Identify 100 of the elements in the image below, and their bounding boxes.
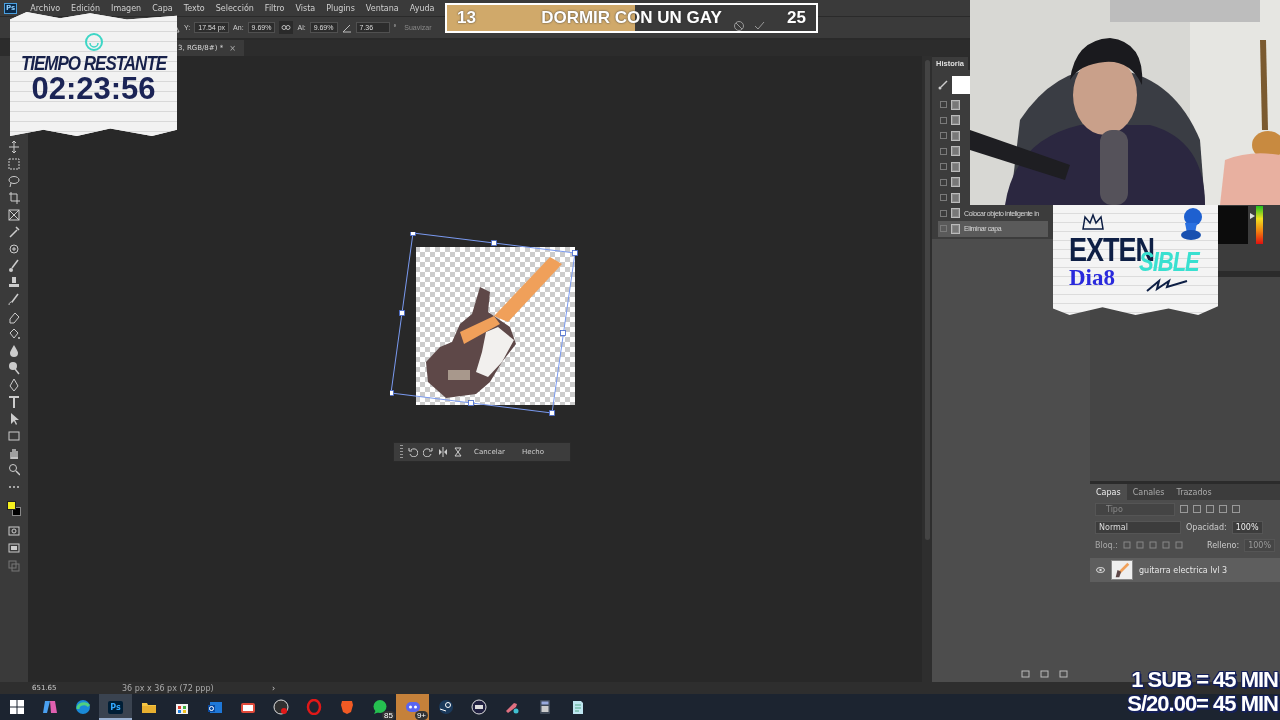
history-row-icons[interactable]	[938, 190, 963, 206]
keyboard-icon	[470, 699, 487, 715]
eyedropper-icon[interactable]	[8, 225, 20, 239]
history-row-icons[interactable]	[938, 128, 963, 144]
menu-item[interactable]: Archivo	[25, 3, 67, 13]
disc-icon	[437, 699, 454, 715]
menu-item[interactable]: Ayuda	[404, 3, 441, 13]
type-tool-icon[interactable]	[8, 395, 20, 409]
hand-icon[interactable]	[8, 446, 20, 460]
goal-current: 13	[456, 8, 477, 28]
checkbox[interactable]	[940, 116, 947, 124]
panel-action-icon[interactable]	[1021, 670, 1030, 678]
taskbar-button[interactable]: Ps	[99, 694, 132, 720]
panel-tab[interactable]: Trazados	[1170, 484, 1218, 500]
checkbox[interactable]	[940, 209, 947, 217]
rectangle-icon[interactable]	[8, 429, 20, 443]
rotate-left-icon[interactable]	[408, 447, 418, 457]
checkbox[interactable]	[940, 194, 947, 202]
checkbox[interactable]	[940, 132, 947, 140]
move-icon[interactable]	[8, 140, 20, 154]
rate-text: S/20.00= 45 MIN	[1127, 692, 1278, 716]
checkbox[interactable]	[940, 178, 947, 186]
menu-item[interactable]: Filtro	[259, 3, 291, 13]
drag-handle[interactable]	[400, 445, 403, 459]
ribbon-icon	[41, 699, 58, 715]
history-row-icons[interactable]	[938, 159, 963, 175]
brush-icon[interactable]	[8, 259, 20, 273]
panel-tab[interactable]: Canales	[1126, 484, 1171, 500]
frame-icon[interactable]	[8, 208, 20, 222]
record-icon	[272, 699, 289, 715]
taskbar-button[interactable]: 85	[363, 694, 396, 720]
drop-icon[interactable]	[8, 344, 20, 358]
menu-item[interactable]: Selección	[210, 3, 260, 13]
foreground-color-swatch[interactable]	[7, 501, 16, 510]
panel-tab[interactable]: Capas	[1090, 484, 1127, 500]
layer-thumbnail	[1111, 560, 1133, 580]
layer-row[interactable]: guitarra electrica lvl 3	[1090, 558, 1280, 582]
search-field[interactable]: Tipo	[1095, 502, 1175, 516]
checkbox[interactable]	[940, 147, 947, 155]
chat-bubble-icon	[371, 699, 388, 715]
checkbox[interactable]	[940, 225, 947, 233]
document-info: 36 px x 36 px (72 ppp)	[122, 683, 215, 693]
transform-box[interactable]	[390, 232, 578, 416]
pen-icon[interactable]	[8, 378, 20, 392]
menu-item[interactable]: Imagen	[106, 3, 148, 13]
menu-item[interactable]: Ventana	[360, 3, 405, 13]
dodge-icon[interactable]	[8, 361, 20, 375]
menu-item[interactable]: Texto	[178, 3, 211, 13]
crown-icon	[1081, 213, 1105, 233]
bucket-icon[interactable]	[8, 327, 20, 341]
eraser-icon[interactable]	[8, 310, 20, 324]
arrow-icon[interactable]	[8, 412, 20, 426]
close-icon[interactable]: ×	[229, 43, 236, 53]
taskbar-button[interactable]: 9+	[396, 694, 429, 720]
snapshot-thumbnail[interactable]	[952, 76, 970, 94]
warp-icon[interactable]	[453, 447, 463, 457]
color-field[interactable]	[1216, 206, 1248, 244]
check-icon[interactable]	[753, 20, 765, 32]
opacity-label: Opacidad:	[1186, 522, 1227, 532]
rotate-right-icon[interactable]	[423, 447, 433, 457]
healing-icon[interactable]	[8, 242, 20, 256]
expand-arrow[interactable]: ›	[272, 683, 276, 693]
screen-mode-icon[interactable]	[8, 541, 20, 555]
panel-action-icon[interactable]	[1040, 670, 1049, 678]
notification-badge: 9+	[414, 711, 428, 720]
menu-item[interactable]: Plugins	[321, 3, 361, 13]
panel-action-icon[interactable]	[1059, 670, 1068, 678]
cancel-icon[interactable]	[733, 20, 745, 32]
timer-title: TIEMPO RESTANTE	[20, 52, 167, 76]
document-icon	[951, 192, 960, 203]
stamp-icon[interactable]	[8, 276, 20, 290]
brush-icon[interactable]	[938, 80, 948, 90]
crop-icon[interactable]	[8, 191, 20, 205]
checkbox[interactable]	[940, 163, 947, 171]
zoom-icon[interactable]	[8, 463, 20, 477]
swirl-icon	[74, 699, 91, 715]
gamepad-icon	[404, 699, 421, 715]
document-icon	[951, 130, 960, 141]
marquee-icon[interactable]	[8, 157, 20, 171]
document-icon	[951, 208, 960, 219]
menu-item[interactable]: Capa	[147, 3, 179, 13]
flip-icon[interactable]	[438, 447, 448, 457]
lock-label: Bloq.:	[1095, 540, 1118, 550]
lasso-icon[interactable]	[8, 174, 20, 188]
menu-item[interactable]: Edición	[66, 3, 107, 13]
angle-icon	[341, 22, 352, 33]
history-row-icons[interactable]	[938, 174, 963, 190]
history-row-icons[interactable]	[938, 112, 963, 128]
quick-mask-icon[interactable]	[8, 524, 20, 538]
history-row-icons[interactable]	[938, 143, 963, 159]
menu-item[interactable]: Vista	[290, 3, 322, 13]
document-icon	[951, 223, 960, 234]
smiley-icon	[83, 32, 104, 52]
history-row-icons[interactable]	[938, 97, 963, 113]
blend-mode-dropdown[interactable]: Normal	[1095, 520, 1181, 534]
checkbox[interactable]	[940, 101, 947, 109]
opacity-field[interactable]: 100%	[1231, 520, 1263, 534]
history-brush-icon[interactable]	[8, 293, 20, 307]
eye-icon[interactable]	[1096, 567, 1105, 573]
goal-target: 25	[786, 8, 807, 28]
